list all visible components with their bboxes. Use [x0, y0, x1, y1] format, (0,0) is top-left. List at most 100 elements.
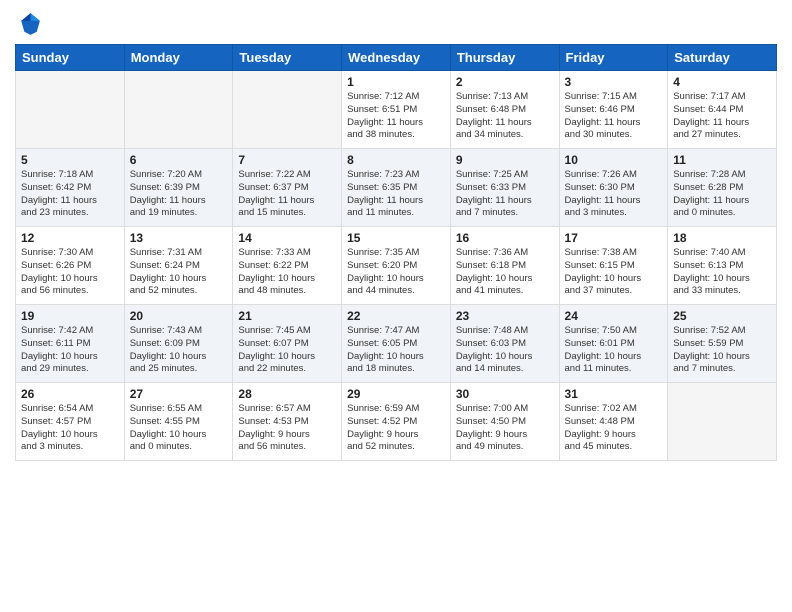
- day-info: Sunrise: 6:55 AM Sunset: 4:55 PM Dayligh…: [130, 403, 228, 454]
- day-info: Sunrise: 7:36 AM Sunset: 6:18 PM Dayligh…: [456, 247, 554, 298]
- calendar-day: 17Sunrise: 7:38 AM Sunset: 6:15 PM Dayli…: [559, 227, 668, 305]
- day-info: Sunrise: 7:22 AM Sunset: 6:37 PM Dayligh…: [238, 169, 336, 220]
- calendar-day: 29 Sunrise: 6:59 AM Sunset: 4:52 PM Dayli…: [342, 383, 451, 461]
- calendar-day: 10 Sunrise: 7:26 AM Sunset: 6:30 PM Dayli…: [559, 149, 668, 227]
- calendar-day: 8Sunrise: 7:23 AM Sunset: 6:35 PM Daylig…: [342, 149, 451, 227]
- day-number: 21: [238, 309, 336, 323]
- day-number: 10: [565, 153, 663, 167]
- day-number: 30: [456, 387, 554, 401]
- day-number: 20: [130, 309, 228, 323]
- day-number: 1: [347, 75, 445, 89]
- day-info: Sunrise: 7:35 AM Sunset: 6:20 PM Dayligh…: [347, 247, 445, 298]
- weekday-header: Tuesday: [233, 45, 342, 71]
- calendar-day: 30 Sunrise: 7:00 AM Sunset: 4:50 PM Dayli…: [450, 383, 559, 461]
- calendar-day: 11 Sunrise: 7:28 AM Sunset: 6:28 PM Dayli…: [668, 149, 777, 227]
- calendar-day: 25 Sunrise: 7:52 AM Sunset: 5:59 PM Dayli…: [668, 305, 777, 383]
- calendar-day: 7 Sunrise: 7:22 AM Sunset: 6:37 PM Daylig…: [233, 149, 342, 227]
- calendar-day: 27 Sunrise: 6:55 AM Sunset: 4:55 PM Dayli…: [124, 383, 233, 461]
- day-info: Sunrise: 7:47 AM Sunset: 6:05 PM Dayligh…: [347, 325, 445, 376]
- calendar-day: 15 Sunrise: 7:35 AM Sunset: 6:20 PM Dayli…: [342, 227, 451, 305]
- day-info: Sunrise: 7:50 AM Sunset: 6:01 PM Dayligh…: [565, 325, 663, 376]
- day-number: 6: [130, 153, 228, 167]
- page: SundayMondayTuesdayWednesdayThursdayFrid…: [0, 0, 792, 612]
- day-info: Sunrise: 7:30 AM Sunset: 6:26 PM Dayligh…: [21, 247, 119, 298]
- day-number: 5: [21, 153, 119, 167]
- day-number: 17: [565, 231, 663, 245]
- header: [15, 10, 777, 38]
- calendar-day: 22 Sunrise: 7:47 AM Sunset: 6:05 PM Dayli…: [342, 305, 451, 383]
- day-number: 11: [673, 153, 771, 167]
- calendar-week-row: 5 Sunrise: 7:18 AM Sunset: 6:42 PM Daylig…: [16, 149, 777, 227]
- day-info: Sunrise: 6:57 AM Sunset: 4:53 PM Dayligh…: [238, 403, 336, 454]
- calendar-day: 9 Sunrise: 7:25 AM Sunset: 6:33 PM Daylig…: [450, 149, 559, 227]
- calendar-week-row: 12 Sunrise: 7:30 AM Sunset: 6:26 PM Dayli…: [16, 227, 777, 305]
- calendar-day: 20 Sunrise: 7:43 AM Sunset: 6:09 PM Dayli…: [124, 305, 233, 383]
- day-number: 25: [673, 309, 771, 323]
- weekday-header: Thursday: [450, 45, 559, 71]
- day-info: Sunrise: 6:54 AM Sunset: 4:57 PM Dayligh…: [21, 403, 119, 454]
- weekday-header: Saturday: [668, 45, 777, 71]
- day-info: Sunrise: 7:23 AM Sunset: 6:35 PM Dayligh…: [347, 169, 445, 220]
- day-number: 28: [238, 387, 336, 401]
- calendar-day: 4 Sunrise: 7:17 AM Sunset: 6:44 PM Daylig…: [668, 71, 777, 149]
- day-number: 31: [565, 387, 663, 401]
- day-info: Sunrise: 7:28 AM Sunset: 6:28 PM Dayligh…: [673, 169, 771, 220]
- calendar-day: 3Sunrise: 7:15 AM Sunset: 6:46 PM Daylig…: [559, 71, 668, 149]
- day-info: Sunrise: 7:17 AM Sunset: 6:44 PM Dayligh…: [673, 91, 771, 142]
- calendar-day: 2 Sunrise: 7:13 AM Sunset: 6:48 PM Daylig…: [450, 71, 559, 149]
- day-number: 19: [21, 309, 119, 323]
- day-info: Sunrise: 7:31 AM Sunset: 6:24 PM Dayligh…: [130, 247, 228, 298]
- day-number: 26: [21, 387, 119, 401]
- calendar-day: 13 Sunrise: 7:31 AM Sunset: 6:24 PM Dayli…: [124, 227, 233, 305]
- logo-icon: [15, 10, 43, 38]
- weekday-header: Friday: [559, 45, 668, 71]
- calendar-day: 12 Sunrise: 7:30 AM Sunset: 6:26 PM Dayli…: [16, 227, 125, 305]
- day-number: 9: [456, 153, 554, 167]
- calendar-empty: [124, 71, 233, 149]
- calendar-day: 21Sunrise: 7:45 AM Sunset: 6:07 PM Dayli…: [233, 305, 342, 383]
- calendar-day: 14Sunrise: 7:33 AM Sunset: 6:22 PM Dayli…: [233, 227, 342, 305]
- calendar-week-row: 1 Sunrise: 7:12 AM Sunset: 6:51 PM Daylig…: [16, 71, 777, 149]
- day-number: 29: [347, 387, 445, 401]
- day-number: 7: [238, 153, 336, 167]
- calendar-empty: [233, 71, 342, 149]
- day-number: 2: [456, 75, 554, 89]
- day-info: Sunrise: 7:02 AM Sunset: 4:48 PM Dayligh…: [565, 403, 663, 454]
- day-info: Sunrise: 6:59 AM Sunset: 4:52 PM Dayligh…: [347, 403, 445, 454]
- day-number: 3: [565, 75, 663, 89]
- day-number: 13: [130, 231, 228, 245]
- weekday-header: Wednesday: [342, 45, 451, 71]
- logo: [15, 10, 45, 38]
- calendar-day: 16Sunrise: 7:36 AM Sunset: 6:18 PM Dayli…: [450, 227, 559, 305]
- day-info: Sunrise: 7:40 AM Sunset: 6:13 PM Dayligh…: [673, 247, 771, 298]
- weekday-header: Sunday: [16, 45, 125, 71]
- day-number: 22: [347, 309, 445, 323]
- day-info: Sunrise: 7:18 AM Sunset: 6:42 PM Dayligh…: [21, 169, 119, 220]
- day-number: 18: [673, 231, 771, 245]
- day-info: Sunrise: 7:43 AM Sunset: 6:09 PM Dayligh…: [130, 325, 228, 376]
- calendar-day: 23Sunrise: 7:48 AM Sunset: 6:03 PM Dayli…: [450, 305, 559, 383]
- calendar-day: 1 Sunrise: 7:12 AM Sunset: 6:51 PM Daylig…: [342, 71, 451, 149]
- calendar-day: 5 Sunrise: 7:18 AM Sunset: 6:42 PM Daylig…: [16, 149, 125, 227]
- calendar-week-row: 19 Sunrise: 7:42 AM Sunset: 6:11 PM Dayli…: [16, 305, 777, 383]
- calendar-empty: [16, 71, 125, 149]
- day-info: Sunrise: 7:00 AM Sunset: 4:50 PM Dayligh…: [456, 403, 554, 454]
- calendar-header-row: SundayMondayTuesdayWednesdayThursdayFrid…: [16, 45, 777, 71]
- day-info: Sunrise: 7:52 AM Sunset: 5:59 PM Dayligh…: [673, 325, 771, 376]
- day-info: Sunrise: 7:25 AM Sunset: 6:33 PM Dayligh…: [456, 169, 554, 220]
- day-info: Sunrise: 7:42 AM Sunset: 6:11 PM Dayligh…: [21, 325, 119, 376]
- calendar-day: 28 Sunrise: 6:57 AM Sunset: 4:53 PM Dayli…: [233, 383, 342, 461]
- day-number: 27: [130, 387, 228, 401]
- calendar-empty: [668, 383, 777, 461]
- calendar: SundayMondayTuesdayWednesdayThursdayFrid…: [15, 44, 777, 461]
- day-info: Sunrise: 7:12 AM Sunset: 6:51 PM Dayligh…: [347, 91, 445, 142]
- day-info: Sunrise: 7:13 AM Sunset: 6:48 PM Dayligh…: [456, 91, 554, 142]
- day-info: Sunrise: 7:33 AM Sunset: 6:22 PM Dayligh…: [238, 247, 336, 298]
- calendar-day: 26 Sunrise: 6:54 AM Sunset: 4:57 PM Dayli…: [16, 383, 125, 461]
- day-info: Sunrise: 7:26 AM Sunset: 6:30 PM Dayligh…: [565, 169, 663, 220]
- calendar-week-row: 26 Sunrise: 6:54 AM Sunset: 4:57 PM Dayli…: [16, 383, 777, 461]
- day-number: 4: [673, 75, 771, 89]
- calendar-day: 19 Sunrise: 7:42 AM Sunset: 6:11 PM Dayli…: [16, 305, 125, 383]
- day-number: 12: [21, 231, 119, 245]
- day-number: 15: [347, 231, 445, 245]
